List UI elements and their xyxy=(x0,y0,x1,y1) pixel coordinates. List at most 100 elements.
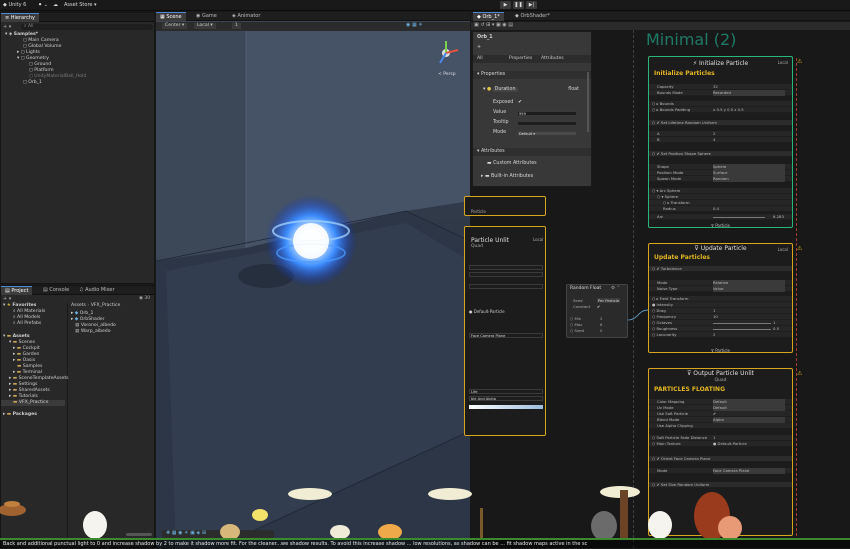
set-position-block[interactable]: ○ ✔ Set Position Shape Sphere xyxy=(649,151,792,157)
pause-button[interactable]: ❚❚ xyxy=(513,1,524,9)
hierarchy-search-input[interactable]: ⌕ All xyxy=(21,24,153,30)
left-field[interactable] xyxy=(469,284,543,289)
space-dropdown[interactable]: Local ▾ xyxy=(194,23,216,29)
packages-header[interactable]: ▸ ▬ Packages xyxy=(1,412,65,418)
property-duration[interactable]: ▾ ● Duration float xyxy=(473,86,591,94)
custom-attributes[interactable]: ▬ Custom Attributes xyxy=(473,160,591,168)
left-mode-field[interactable]: Face Camera Plane xyxy=(469,333,543,338)
pivot-dropdown[interactable]: Center ▾ xyxy=(162,23,188,29)
hierarchy-item-orb[interactable]: ◻ Orb_1 xyxy=(1,80,154,86)
snap-value[interactable]: 1 xyxy=(232,23,241,29)
play-button[interactable]: ▶ xyxy=(500,1,511,9)
turbulence-block[interactable]: ○ ✔ Turbulence xyxy=(649,266,792,272)
properties-section[interactable]: ▾ Properties xyxy=(473,71,591,79)
scene-view[interactable]: ▦ Scene ◉ Game ◈ Animator Center ▾ Local… xyxy=(156,12,470,548)
exposed-label: Exposed ✔ xyxy=(473,99,591,107)
tab-orb-vfx[interactable]: ◆ Orb_1* xyxy=(473,12,504,21)
add-icon[interactable]: + xyxy=(473,44,591,52)
left-field[interactable]: ble And Alpha xyxy=(469,396,543,401)
unity-menu[interactable]: ◆ Unity 6 xyxy=(3,2,26,8)
set-lifetime-block[interactable]: ○ ✔ Set Lifetime Random Uniform xyxy=(649,120,792,126)
roughness-slider[interactable] xyxy=(713,329,771,330)
perspective-label[interactable]: < Persp xyxy=(438,72,456,77)
local-toggle[interactable]: Local xyxy=(778,60,788,65)
value[interactable]: Face Camera Plane xyxy=(713,468,785,474)
system-title[interactable]: Minimal (2) xyxy=(646,30,736,49)
arc-slider[interactable] xyxy=(713,217,765,218)
texture-field[interactable]: ● Default-Particle xyxy=(713,441,747,447)
initialize-context[interactable]: ⚡ Initialize Particle Local Initialize P… xyxy=(648,56,793,228)
bounds-mode-dropdown[interactable]: Recorded xyxy=(713,90,785,96)
create-icon[interactable]: + ▾ xyxy=(3,296,11,302)
left-field[interactable] xyxy=(469,272,543,277)
breadcrumb-item[interactable]: VFX_Practice xyxy=(91,303,121,308)
output-header: ⊽ Output Particle Unlit xyxy=(649,370,792,377)
warning-icon[interactable]: ⚠ xyxy=(797,58,802,65)
local-toggle[interactable]: Local xyxy=(778,247,788,252)
value[interactable]: 0.4 xyxy=(713,206,719,212)
tab-audio-mixer[interactable]: ♫ Audio Mixer xyxy=(75,286,119,295)
step-button[interactable]: ▶| xyxy=(526,1,537,9)
constant-checkbox[interactable]: ✔ xyxy=(597,304,600,309)
tab-all[interactable]: All xyxy=(477,55,483,63)
tab-properties[interactable]: Properties xyxy=(509,55,532,63)
property-name: Duration xyxy=(492,87,518,92)
cloud-icon[interactable]: ☁ xyxy=(53,2,58,8)
value[interactable]: 6.283 xyxy=(773,214,784,220)
gizmo-toggle-icon[interactable]: ◉ ▦ ☀ xyxy=(406,22,423,28)
octaves-slider[interactable] xyxy=(713,323,771,324)
gear-icon[interactable]: ⚙ ⌃ xyxy=(611,286,620,291)
value[interactable]: 0 xyxy=(600,328,602,333)
add-icon[interactable]: + ▾ xyxy=(3,24,11,30)
file-label: OrbShader xyxy=(79,317,105,322)
tab-hierarchy-label: Hierarchy xyxy=(10,15,35,21)
file-item[interactable]: ▦ Warp_albedo xyxy=(69,329,154,335)
attributes-section[interactable]: ▾ Attributes xyxy=(473,148,591,156)
random-float-node[interactable]: Random Float ⚙ ⌃ Seed Per Particle Const… xyxy=(566,284,628,338)
exposed-checkbox[interactable]: ✔ xyxy=(518,99,522,107)
mode-dropdown[interactable]: Default ▾ xyxy=(517,131,577,136)
particle-port[interactable]: ⊽ Particle xyxy=(649,348,792,353)
tab-console[interactable]: ▤ Console xyxy=(39,286,73,295)
value[interactable]: 6 xyxy=(600,322,602,327)
color-gradient[interactable] xyxy=(469,405,543,409)
tab-game[interactable]: ◉ Game xyxy=(192,12,221,21)
tab-hierarchy[interactable]: ≡ Hierarchy xyxy=(1,13,39,22)
breadcrumb-item[interactable]: Assets xyxy=(71,303,86,308)
orientation-gizmo[interactable] xyxy=(431,38,461,68)
favorite-item[interactable]: ⌕ All Prefabs xyxy=(1,321,65,327)
orient-block[interactable]: ○ ✔ Orient Face Camera Plane xyxy=(649,456,792,462)
scrollbar[interactable] xyxy=(587,72,589,132)
builtin-attributes[interactable]: ▸ ▬ Built-in Attributes xyxy=(473,173,591,181)
value-input[interactable]: 999 xyxy=(517,111,577,116)
output-block-left[interactable]: Particle Unlit Quad Local ● Default-Part… xyxy=(464,226,546,436)
value[interactable]: 2 xyxy=(713,332,715,338)
left-field[interactable] xyxy=(469,265,543,270)
warning-icon[interactable]: ⚠ xyxy=(797,370,802,377)
particle-port[interactable]: ⊽ Particle xyxy=(649,223,792,228)
context-block-partial[interactable]: Particle xyxy=(464,196,546,216)
local-toggle[interactable]: Local xyxy=(533,237,543,242)
padding-value[interactable]: x 0.5 y 0.5 z 0.5 xyxy=(713,107,744,113)
warning-icon[interactable]: ⚠ xyxy=(797,245,802,252)
tab-orb-shader[interactable]: ◆ OrbShader* xyxy=(511,12,554,21)
account-dropdown[interactable]: ⚫ ⌄ xyxy=(38,2,48,8)
block-label: Orient Face Camera Plane xyxy=(660,456,711,461)
label: Arc Sphere xyxy=(659,188,681,193)
value[interactable]: Value xyxy=(713,286,785,292)
tooltip-input[interactable] xyxy=(517,121,577,126)
asset-store-button[interactable]: Asset Store ▾ xyxy=(64,2,97,8)
value[interactable]: Random xyxy=(713,176,785,182)
value[interactable]: 4 xyxy=(713,137,715,143)
value[interactable]: 2 xyxy=(600,316,602,321)
update-context[interactable]: ⊽ Update Particle Local Update Particles… xyxy=(648,243,793,353)
tab-attributes[interactable]: Attributes xyxy=(541,55,564,63)
vfx-toolbar-icons[interactable]: ▣ ↺ ⊞ ▾ ▣ ◉ ▤ xyxy=(471,22,513,28)
tab-project[interactable]: ▤ Project xyxy=(1,286,33,295)
tree-item-selected[interactable]: ▬ VFX_Practice xyxy=(1,400,65,406)
tab-scene[interactable]: ▦ Scene xyxy=(156,12,186,21)
folder-icon: ▬ xyxy=(6,334,12,339)
seed-dropdown[interactable]: Per Particle xyxy=(597,298,621,303)
left-field[interactable]: Life xyxy=(469,389,543,394)
tab-animator[interactable]: ◈ Animator xyxy=(228,12,264,21)
